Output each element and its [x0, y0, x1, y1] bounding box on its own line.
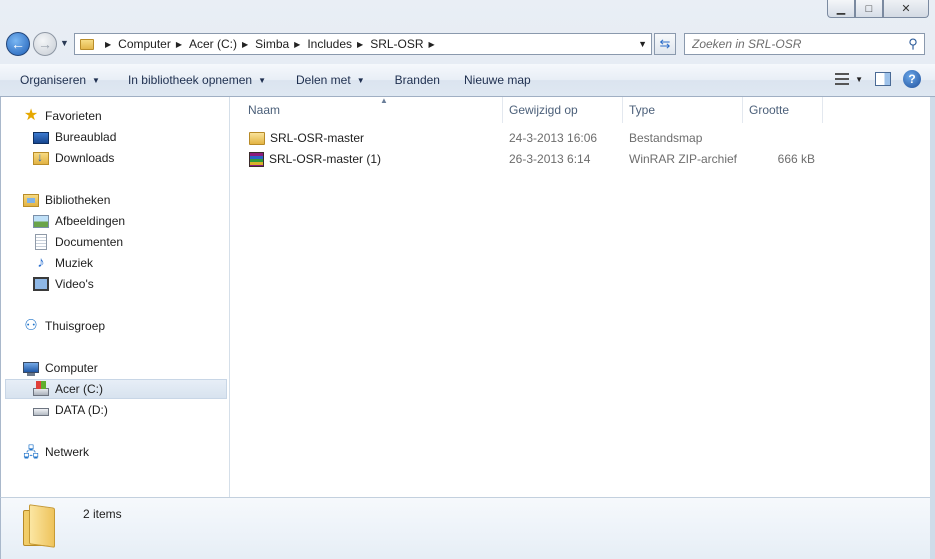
breadcrumb-includes[interactable]: Includes ▶	[307, 37, 370, 51]
file-size-cell	[749, 128, 815, 148]
forward-button[interactable]: →	[33, 32, 57, 56]
item-count: 2 items	[83, 507, 122, 521]
breadcrumb-acer-c[interactable]: Acer (C:) ▶	[189, 37, 255, 51]
file-list: Naam ▲ Gewijzigd op Type Grootte SRL-OSR-…	[230, 96, 931, 497]
window-controls: ▁ □ ✕	[827, 0, 929, 18]
file-modified-cell: 26-3-2013 6:14	[509, 152, 591, 166]
minimize-button[interactable]: ▁	[827, 0, 855, 18]
new-folder-button[interactable]: Nieuwe map	[450, 64, 541, 96]
command-bar: Organiseren ▼ In bibliotheek opnemen ▼ Del…	[0, 64, 935, 97]
windows-drive-icon	[33, 381, 49, 396]
pictures-icon	[33, 214, 49, 228]
main-pane: ★ Favorieten Bureaublad Downloads Bibliot…	[0, 96, 931, 497]
file-type-cell: Bestandsmap	[629, 131, 703, 145]
sidebar-item-network[interactable]: 🖧 Netwerk	[23, 442, 89, 462]
window-border	[930, 97, 935, 559]
computer-icon	[23, 361, 39, 376]
hard-drive-icon	[33, 408, 49, 416]
sidebar-item-label: Downloads	[55, 151, 115, 165]
refresh-button[interactable]: ⇆	[654, 33, 676, 55]
recent-pages-dropdown[interactable]: ▼	[60, 38, 69, 48]
column-header-modified[interactable]: Gewijzigd op	[503, 97, 623, 123]
breadcrumb-srl-osr[interactable]: SRL-OSR ▶	[370, 37, 442, 51]
navigation-bar: ← → ▼ ▶ Computer ▶ Acer (C:) ▶ Simba ▶ Incl…	[0, 28, 935, 60]
sidebar-item-homegroup[interactable]: ⚇ Thuisgroep	[23, 316, 105, 336]
sidebar-item-label: Acer (C:)	[55, 382, 103, 396]
sidebar-item-drive-c[interactable]: Acer (C:)	[5, 379, 227, 399]
sidebar-item-label: Computer	[45, 361, 98, 375]
breadcrumb-simba[interactable]: Simba ▶	[255, 37, 307, 51]
file-name-cell: SRL-OSR-master (1)	[249, 149, 381, 169]
file-type-cell: WinRAR ZIP-archief	[629, 152, 738, 166]
sidebar-item-label: Bibliotheken	[45, 193, 111, 207]
help-button[interactable]: ?	[903, 70, 921, 88]
share-with-menu[interactable]: Delen met ▼	[276, 64, 375, 96]
burn-button[interactable]: Branden	[375, 64, 450, 96]
column-header-size[interactable]: Grootte	[743, 97, 823, 123]
chevron-down-icon: ▼	[258, 75, 266, 85]
sidebar-item-label: Thuisgroep	[45, 319, 106, 333]
sidebar-item-desktop[interactable]: Bureaublad	[33, 127, 116, 147]
library-icon	[23, 193, 39, 207]
sort-ascending-icon: ▲	[380, 96, 388, 105]
view-options-dropdown-icon[interactable]: ▼	[855, 75, 863, 84]
preview-pane-icon[interactable]	[875, 72, 891, 86]
folder-icon	[23, 504, 57, 548]
sidebar-item-label: Netwerk	[45, 445, 90, 459]
back-button[interactable]: ←	[6, 32, 30, 56]
sidebar-item-label: Documenten	[55, 235, 124, 249]
sidebar-item-documents[interactable]: Documenten	[33, 232, 123, 252]
file-row[interactable]: SRL-OSR-master (1) 26-3-2013 6:14 WinRAR…	[247, 149, 827, 169]
sidebar-item-label: Afbeeldingen	[55, 214, 126, 228]
documents-icon	[35, 234, 47, 250]
winrar-archive-icon	[249, 151, 264, 167]
sidebar-item-favorites[interactable]: ★ Favorieten	[23, 106, 102, 126]
folder-icon	[249, 131, 265, 145]
sidebar-item-drive-d[interactable]: DATA (D:)	[33, 400, 108, 420]
search-box[interactable]: ⚲	[684, 33, 925, 55]
file-size-cell: 666 kB	[777, 152, 815, 166]
sidebar-item-label: Bureaublad	[55, 130, 117, 144]
file-modified-cell: 24-3-2013 16:06	[509, 131, 598, 145]
explorer-window: ▁ □ ✕ ← → ▼ ▶ Computer ▶ Acer (C:) ▶ Simba…	[0, 0, 935, 559]
address-dropdown-icon[interactable]: ▼	[638, 39, 647, 49]
sidebar-item-label: DATA (D:)	[55, 403, 108, 417]
file-name-cell: SRL-OSR-master	[249, 128, 364, 148]
maximize-button[interactable]: □	[855, 0, 883, 18]
chevron-down-icon: ▼	[356, 75, 365, 85]
sidebar-item-pictures[interactable]: Afbeeldingen	[33, 211, 125, 231]
change-view-icon[interactable]	[835, 73, 850, 85]
chevron-down-icon: ▼	[92, 75, 100, 85]
folder-icon	[80, 38, 94, 50]
music-note-icon: ♪	[37, 254, 45, 271]
sidebar-item-computer[interactable]: Computer	[23, 358, 98, 378]
sidebar-item-videos[interactable]: Video's	[33, 274, 94, 294]
sidebar-item-label: Favorieten	[45, 109, 102, 123]
search-input[interactable]	[685, 37, 905, 51]
sidebar-item-libraries[interactable]: Bibliotheken	[23, 190, 110, 210]
details-pane: 2 items	[0, 497, 930, 559]
sidebar-item-downloads[interactable]: Downloads	[33, 148, 114, 168]
organize-menu[interactable]: Organiseren ▼	[0, 64, 110, 96]
breadcrumb-root-arrow[interactable]: ▶	[100, 40, 118, 49]
file-row[interactable]: SRL-OSR-master 24-3-2013 16:06 Bestandsm…	[247, 128, 827, 148]
network-icon: 🖧	[23, 444, 39, 460]
column-header-type[interactable]: Type	[623, 97, 743, 123]
search-icon[interactable]: ⚲	[905, 36, 921, 52]
sidebar-item-label: Muziek	[55, 256, 94, 270]
view-controls: ▼ ?	[835, 70, 921, 88]
sidebar-item-label: Video's	[55, 277, 94, 291]
include-in-library-menu[interactable]: In bibliotheek opnemen ▼	[110, 64, 276, 96]
homegroup-icon: ⚇	[24, 317, 38, 334]
desktop-icon	[33, 132, 49, 144]
address-bar[interactable]: ▶ Computer ▶ Acer (C:) ▶ Simba ▶ Includes ▶ …	[74, 33, 652, 55]
downloads-folder-icon	[33, 150, 49, 165]
breadcrumb-computer[interactable]: Computer ▶	[118, 37, 189, 51]
close-button[interactable]: ✕	[883, 0, 929, 18]
star-icon: ★	[23, 107, 39, 124]
navigation-pane: ★ Favorieten Bureaublad Downloads Bibliot…	[1, 97, 230, 497]
column-header-name[interactable]: Naam ▲	[242, 96, 503, 123]
film-icon	[33, 277, 49, 291]
sidebar-item-music[interactable]: ♪ Muziek	[33, 253, 93, 273]
